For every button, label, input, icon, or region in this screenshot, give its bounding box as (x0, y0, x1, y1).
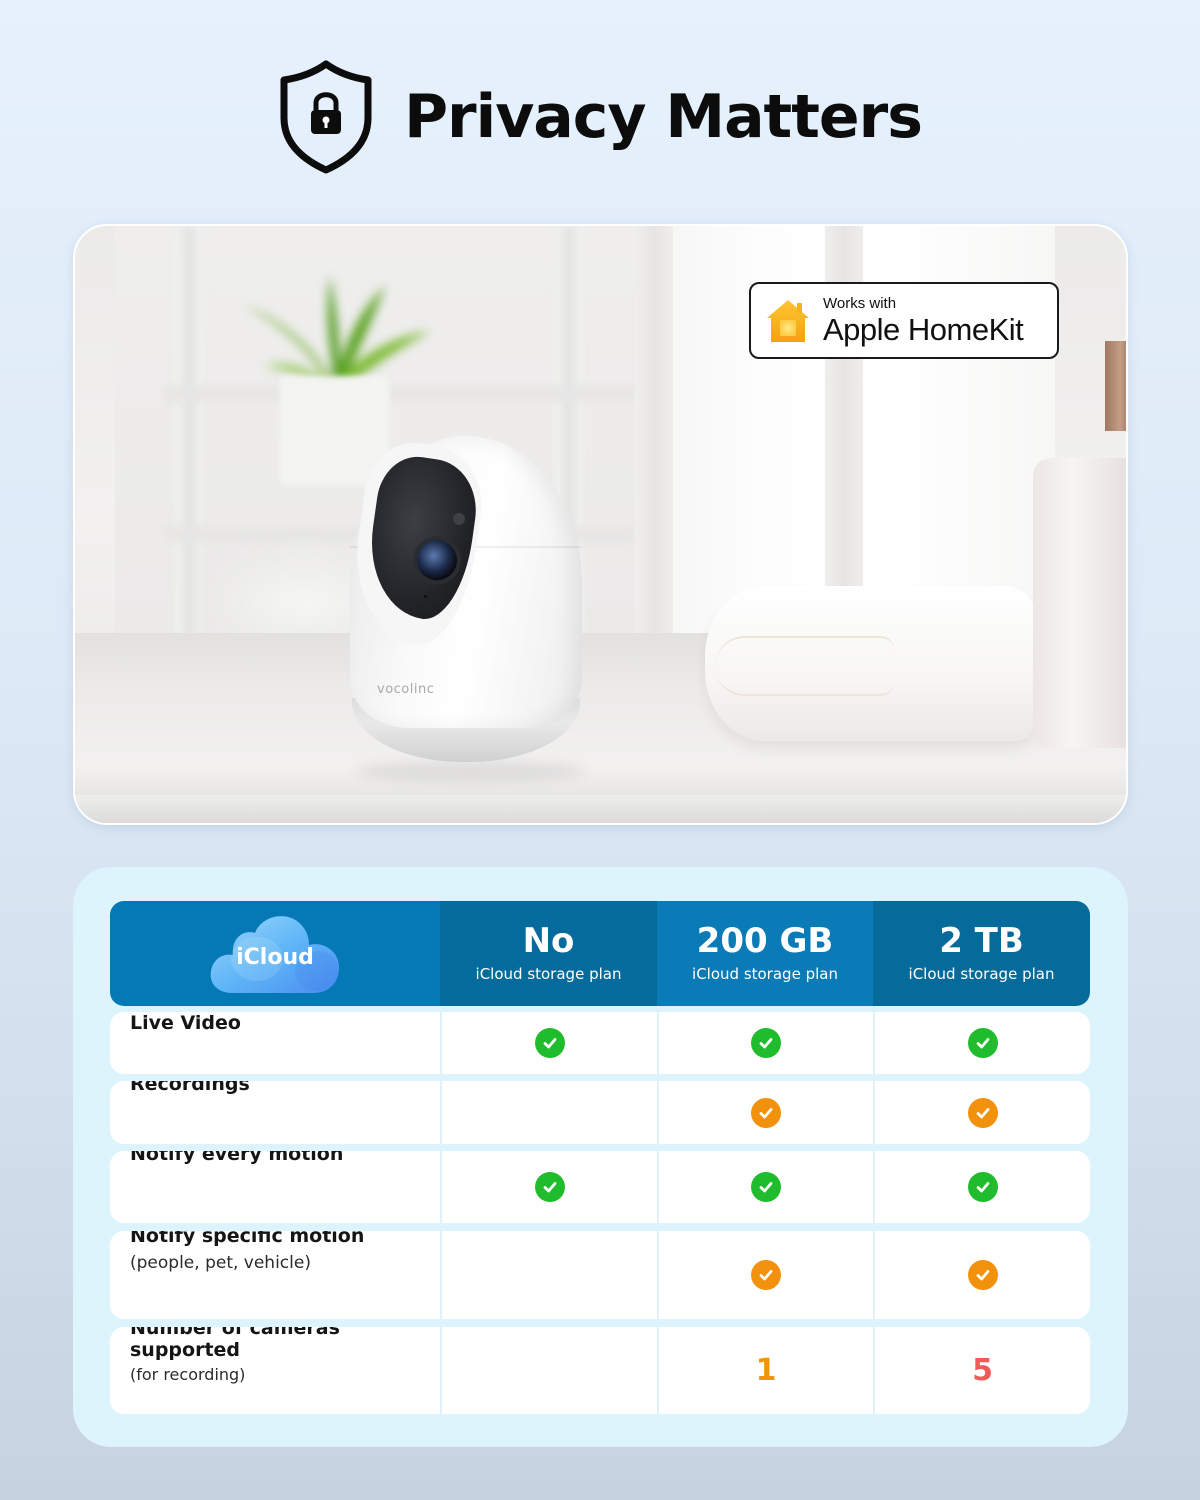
camera-lens (414, 537, 460, 583)
table-header: iCloud No iCloud storage plan 200 GB iCl… (110, 901, 1090, 1006)
page-header: Privacy Matters (0, 58, 1200, 176)
check-green-icon (534, 1028, 565, 1058)
value-cell (657, 1231, 873, 1319)
shield-lock-icon (280, 60, 372, 174)
feature-cell: Number of cameras supported (for recordi… (110, 1327, 440, 1414)
feature-sublabel: (people, pet, vehicle) (130, 1253, 311, 1273)
feature-label: Notify every motion (130, 1151, 344, 1165)
value-cell (873, 1012, 1090, 1074)
feature-cell: Live Video (110, 1012, 440, 1074)
plan-subtitle: iCloud storage plan (908, 965, 1055, 984)
value-cell (440, 1231, 657, 1319)
check-green-icon (967, 1172, 998, 1202)
value-cell (440, 1081, 657, 1144)
plan-header-200gb: 200 GB iCloud storage plan (657, 901, 873, 1006)
check-green-icon (967, 1028, 998, 1058)
value-cell (440, 1012, 657, 1074)
ir-sensor (452, 512, 466, 526)
plan-subtitle: iCloud storage plan (475, 965, 622, 984)
check-green-icon (534, 1172, 565, 1202)
dispenser-pump (1105, 341, 1126, 431)
home-icon (767, 299, 809, 342)
table-row: Recordings (110, 1081, 1090, 1144)
check-orange-icon (967, 1097, 998, 1128)
check-orange-icon (751, 1260, 781, 1290)
value-cell (440, 1327, 657, 1414)
plan-header-no: No iCloud storage plan (440, 901, 657, 1006)
feature-label: Recordings (130, 1081, 250, 1095)
value-cell (657, 1151, 873, 1223)
value-cell (440, 1151, 657, 1223)
table-row: Number of cameras supported (for recordi… (110, 1327, 1090, 1414)
plan-header-2tb: 2 TB iCloud storage plan (873, 901, 1090, 1006)
security-camera: vocolinc (344, 436, 585, 766)
feature-cell: Notify every motion (110, 1151, 440, 1223)
feature-label: Notify specific motion (130, 1231, 365, 1247)
icloud-logo: iCloud (205, 909, 345, 999)
soap-dispenser (1033, 458, 1126, 748)
plan-title: No (522, 920, 575, 961)
check-green-icon (751, 1028, 781, 1058)
value-cell (873, 1081, 1090, 1144)
badge-small-text: Works with (823, 295, 897, 312)
header-logo-cell: iCloud (110, 901, 440, 1006)
towel-fold (715, 636, 895, 696)
feature-cell: Recordings (110, 1081, 440, 1144)
product-photo: vocolinc Works with Apple HomeKit (73, 224, 1128, 825)
plan-title: 2 TB (939, 920, 1024, 961)
feature-cell: Notify specific motion (people, pet, veh… (110, 1231, 440, 1319)
table-row: Live Video (110, 1012, 1090, 1074)
check-orange-icon (751, 1097, 781, 1128)
plan-subtitle: iCloud storage plan (692, 965, 838, 984)
feature-label: Number of cameras supported (130, 1327, 340, 1361)
check-green-icon (751, 1172, 781, 1202)
check-orange-icon (967, 1260, 998, 1290)
badge-big-text: Apple HomeKit (823, 312, 1024, 347)
value-cell (657, 1081, 873, 1144)
icloud-label: iCloud (236, 944, 314, 970)
counter-edge (75, 795, 1126, 823)
table-row: Notify specific motion (people, pet, veh… (110, 1231, 1090, 1319)
camera-count-value: 1 (755, 1353, 777, 1388)
feature-label: Live Video (130, 1012, 241, 1034)
plan-title: 200 GB (696, 920, 834, 961)
camera-count-value: 5 (972, 1353, 993, 1388)
page-title: Privacy Matters (404, 82, 923, 152)
value-cell: 1 (657, 1327, 873, 1414)
table-row: Notify every motion (110, 1151, 1090, 1223)
value-cell: 5 (873, 1327, 1090, 1414)
value-cell (873, 1151, 1090, 1223)
microphone-hole (423, 594, 428, 599)
comparison-table: iCloud No iCloud storage plan 200 GB iCl… (73, 867, 1128, 1447)
homekit-badge: Works with Apple HomeKit (749, 282, 1059, 359)
value-cell (873, 1231, 1090, 1319)
camera-brand: vocolinc (377, 682, 435, 697)
value-cell (657, 1012, 873, 1074)
feature-sublabel: (for recording) (130, 1365, 246, 1384)
